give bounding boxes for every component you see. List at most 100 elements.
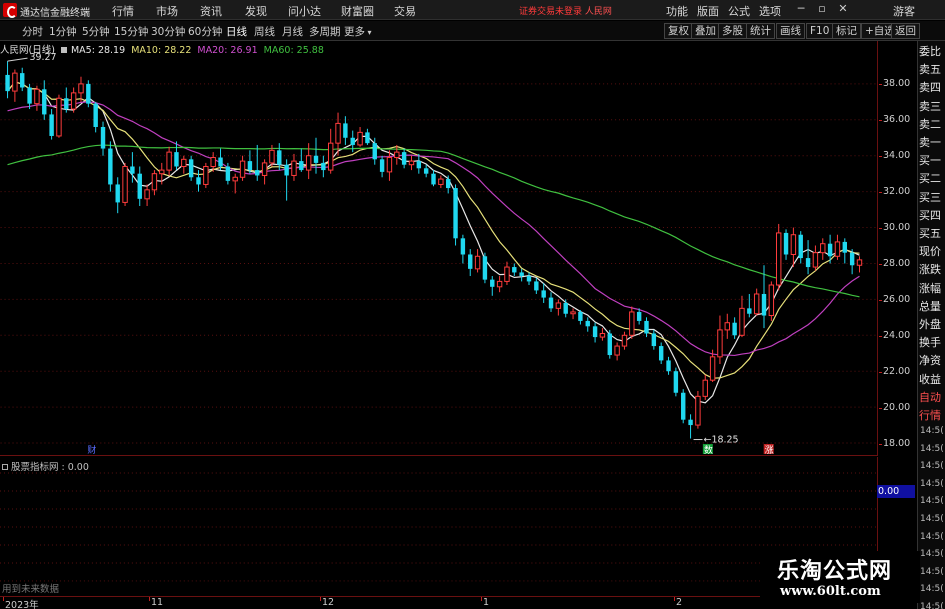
candle-body [526, 276, 532, 282]
menu-wenxiaoda[interactable]: 问小达 [288, 3, 321, 19]
candle-body [365, 132, 370, 144]
price-tick-label: 18.00 [883, 438, 911, 449]
side-item-8[interactable]: 买三 [919, 189, 945, 207]
side-item-9[interactable]: 买四 [919, 207, 945, 225]
menu-faxian[interactable]: 发现 [245, 3, 267, 19]
candle-body [239, 160, 246, 178]
side-item-18[interactable]: 收益 [919, 371, 945, 389]
menu-shichang[interactable]: 市场 [156, 3, 178, 19]
candle-body [181, 158, 187, 167]
candle-body [299, 161, 304, 171]
candle-body [20, 73, 25, 88]
side-item-7[interactable]: 买二 [919, 170, 945, 188]
candle-body [203, 165, 209, 185]
fuquan-button[interactable]: 复权 [664, 23, 693, 39]
period-5min[interactable]: 5分钟 [82, 24, 110, 39]
indicator-legend-text: 股票指标网 : 0.00 [11, 462, 89, 473]
side-item-15[interactable]: 外盘 [919, 316, 945, 334]
side-item-20[interactable]: 行情 [919, 407, 945, 425]
candle-body [555, 302, 562, 309]
candle-body [70, 92, 77, 110]
main-legend: 人民网(日线) MA5: 28.19 MA10: 28.22 MA20: 26.… [0, 42, 327, 56]
function-button[interactable]: 功能 [666, 3, 688, 19]
price-tick-label: 30.00 [883, 222, 911, 233]
guest-login[interactable]: 游客 [893, 3, 915, 19]
period-60min[interactable]: 60分钟 [188, 24, 222, 39]
side-item-16[interactable]: 换手 [919, 334, 945, 352]
candle-body [563, 302, 568, 314]
side-item-19[interactable]: 自动 [919, 389, 945, 407]
candle-body [570, 311, 576, 315]
period-monthly[interactable]: 月线 [282, 24, 303, 39]
side-item-17[interactable]: 净资 [919, 352, 945, 370]
restore-icon[interactable]: ▫ [815, 2, 829, 16]
minimize-icon[interactable]: ─ [794, 2, 808, 16]
candle-body [49, 114, 54, 136]
options-button[interactable]: 选项 [759, 3, 781, 19]
period-15min[interactable]: 15分钟 [114, 24, 148, 39]
chart-annotations: 39.27←18.25财数涨 [7, 52, 774, 455]
candle-body [856, 259, 863, 266]
chart-title: 人民网(日线) [0, 45, 55, 56]
close-icon[interactable]: ✕ [836, 2, 850, 16]
overlay-button[interactable]: 叠加 [691, 23, 720, 39]
candle-body [666, 360, 671, 372]
period-weekly[interactable]: 周线 [254, 24, 275, 39]
side-item-2[interactable]: 卖四 [919, 79, 945, 97]
candle-body [232, 176, 238, 182]
price-tick [879, 300, 882, 301]
price-tick-label: 26.00 [883, 294, 911, 305]
draw-line-button[interactable]: 画线 [776, 23, 805, 39]
statistics-button[interactable]: 统计 [746, 23, 775, 39]
candle-body [592, 326, 598, 338]
indicator-panel[interactable] [0, 457, 878, 595]
chevron-down-icon: ▾ [365, 28, 372, 37]
layout-button[interactable]: 版面 [697, 3, 719, 19]
login-notice[interactable]: 证券交易未登录 人民网 [519, 4, 612, 17]
period-30min[interactable]: 30分钟 [151, 24, 185, 39]
candle-body [225, 166, 231, 181]
side-item-11[interactable]: 现价 [919, 243, 945, 261]
time-label-12: 12 [322, 597, 335, 608]
ma60-line [7, 144, 860, 298]
time-tick [674, 597, 675, 601]
candle-body [343, 123, 348, 138]
price-tick-label: 38.00 [883, 78, 911, 89]
price-tick [879, 336, 882, 337]
candle-body [614, 345, 620, 356]
side-item-12[interactable]: 涨跌 [919, 261, 945, 279]
side-item-13[interactable]: 涨幅 [919, 280, 945, 298]
side-item-5[interactable]: 卖一 [919, 134, 945, 152]
candlesticks [5, 61, 863, 439]
menu-hangqing[interactable]: 行情 [112, 3, 134, 19]
candle-body [247, 161, 253, 171]
candle-body [768, 284, 775, 317]
period-fenshi[interactable]: 分时 [22, 24, 43, 39]
period-more[interactable]: 更多 ▾ [344, 24, 372, 39]
formula-button[interactable]: 公式 [728, 3, 750, 19]
f10-button[interactable]: F10 [806, 23, 834, 39]
multi-stock-button[interactable]: 多股 [718, 23, 747, 39]
side-item-14[interactable]: 总量 [919, 298, 945, 316]
side-item-10[interactable]: 买五 [919, 225, 945, 243]
menu-zixun[interactable]: 资讯 [200, 3, 222, 19]
side-item-3[interactable]: 卖三 [919, 98, 945, 116]
candle-body [658, 346, 664, 361]
candle-body [709, 356, 716, 381]
menu-jiaoyi[interactable]: 交易 [394, 3, 416, 19]
side-item-0[interactable]: 委比 [919, 43, 945, 61]
side-item-4[interactable]: 卖二 [919, 116, 945, 134]
period-multi[interactable]: 多周期 [309, 24, 341, 39]
side-item-1[interactable]: 卖五 [919, 61, 945, 79]
price-tick [879, 84, 882, 85]
candle-body [761, 293, 767, 316]
time-label-1: 1 [483, 597, 490, 608]
mark-button[interactable]: 标记 [832, 23, 861, 39]
candle-body [56, 97, 62, 137]
side-item-6[interactable]: 买一 [919, 152, 945, 170]
period-1min[interactable]: 1分钟 [49, 24, 77, 39]
menu-caifuquan[interactable]: 财富圈 [341, 3, 374, 19]
kline-chart[interactable]: 39.27←18.25财数涨 [0, 41, 878, 456]
period-daily[interactable]: 日线 [226, 24, 247, 39]
back-button[interactable]: 返回 [891, 23, 920, 39]
